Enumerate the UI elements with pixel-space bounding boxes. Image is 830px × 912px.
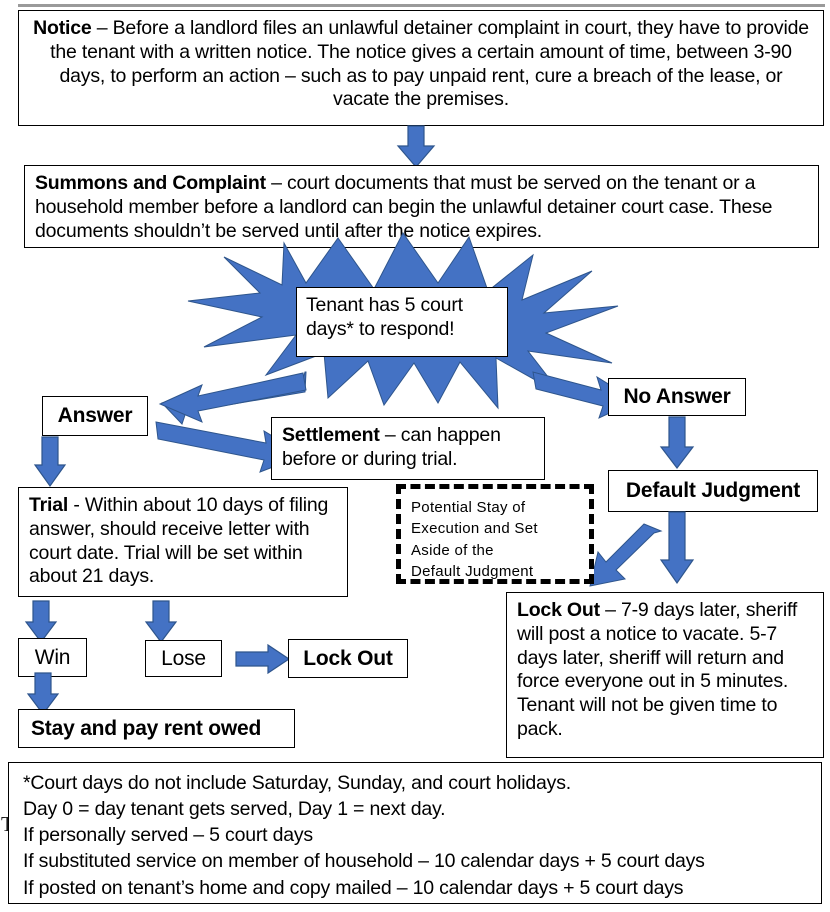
arrow-no-answer-to-default-judgment bbox=[659, 416, 695, 469]
trial-lead: Trial bbox=[29, 494, 69, 516]
win-box: Win bbox=[18, 638, 87, 677]
trial-box: Trial - Within about 10 days of filing a… bbox=[18, 487, 348, 597]
arrow-default-judgment-to-stay bbox=[589, 523, 663, 592]
stay-line-3: Aside of the bbox=[411, 541, 494, 559]
lockout-detail-box: Lock Out – 7-9 days later, sheriff will … bbox=[506, 592, 824, 758]
arrow-lose-to-lockout bbox=[235, 643, 291, 675]
stay-line-4: Default Judgment bbox=[411, 562, 534, 580]
lockout-box: Lock Out bbox=[288, 639, 408, 678]
footnote-box: *Court days do not include Saturday, Sun… bbox=[8, 762, 822, 904]
lockout-label: Lock Out bbox=[303, 646, 393, 670]
burst-label-box: Tenant has 5 court days* to respond! bbox=[296, 287, 508, 357]
footnote-line-1: *Court days do not include Saturday, Sun… bbox=[23, 772, 571, 794]
summons-lead: Summons and Complaint bbox=[35, 172, 266, 194]
no-answer-box: No Answer bbox=[608, 378, 746, 416]
no-answer-label: No Answer bbox=[623, 385, 731, 409]
potential-stay-box: Potential Stay of Execution and Set Asid… bbox=[396, 484, 594, 584]
arrow-trial-to-win bbox=[24, 600, 58, 643]
footnote-line-4: If substituted service on member of hous… bbox=[23, 850, 705, 873]
default-judgment-box: Default Judgment bbox=[608, 470, 818, 512]
lose-label: Lose bbox=[161, 646, 206, 670]
top-divider-rule bbox=[18, 4, 825, 7]
settlement-lead: Settlement bbox=[282, 424, 380, 446]
stay-line-2: Execution and Set bbox=[411, 520, 538, 538]
footnote-line-5: If posted on tenant’s home and copy mail… bbox=[23, 876, 684, 899]
footnote-line-2: Day 0 = day tenant gets served, Day 1 = … bbox=[23, 798, 446, 821]
arrow-notice-to-summons bbox=[396, 125, 436, 168]
default-judgment-label: Default Judgment bbox=[625, 479, 801, 503]
flowchart-canvas: Notice – Before a landlord files an unla… bbox=[0, 0, 830, 912]
burst-label-text: Tenant has 5 court days* to respond! bbox=[306, 294, 463, 341]
trial-body: - Within about 10 days of filing answer,… bbox=[29, 494, 329, 588]
win-label: Win bbox=[34, 645, 71, 669]
stay-and-pay-box: Stay and pay rent owed bbox=[18, 709, 295, 748]
stay-line-1: Potential Stay of bbox=[411, 499, 526, 516]
settlement-box: Settlement – can happen before or during… bbox=[271, 417, 545, 480]
lose-box: Lose bbox=[145, 640, 222, 677]
arrow-answer-to-trial bbox=[33, 436, 67, 488]
notice-body: – Before a landlord files an unlawful de… bbox=[50, 17, 809, 111]
stay-and-pay-label: Stay and pay rent owed bbox=[31, 716, 262, 740]
arrow-trial-to-lose bbox=[144, 600, 178, 643]
footnote-line-3: If personally served – 5 court days bbox=[23, 824, 313, 847]
answer-label: Answer bbox=[57, 404, 133, 428]
lockout-detail-lead: Lock Out bbox=[517, 599, 600, 621]
arrow-default-judgment-to-lockout bbox=[659, 511, 695, 585]
summons-box: Summons and Complaint – court documents … bbox=[24, 165, 819, 248]
notice-box: Notice – Before a landlord files an unla… bbox=[18, 10, 824, 126]
answer-box: Answer bbox=[42, 396, 148, 436]
notice-lead: Notice bbox=[33, 17, 92, 39]
